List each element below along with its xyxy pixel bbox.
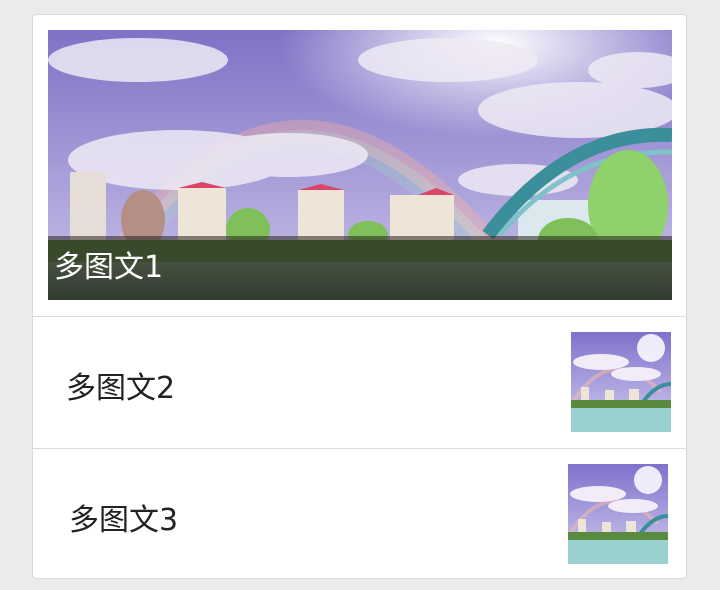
news-card: 多图文1 多图文2 多图文3 <box>32 14 687 579</box>
article-3-row[interactable]: 多图文3 <box>33 449 686 578</box>
article-3-title: 多图文3 <box>69 503 179 538</box>
article-1-title: 多图文1 <box>48 236 672 300</box>
article-2-thumbnail <box>571 332 671 432</box>
article-3-thumbnail <box>568 464 668 564</box>
article-2-title: 多图文2 <box>66 371 176 406</box>
article-2-row[interactable]: 多图文2 <box>33 317 686 448</box>
article-1-cover[interactable]: 多图文1 <box>48 30 672 300</box>
